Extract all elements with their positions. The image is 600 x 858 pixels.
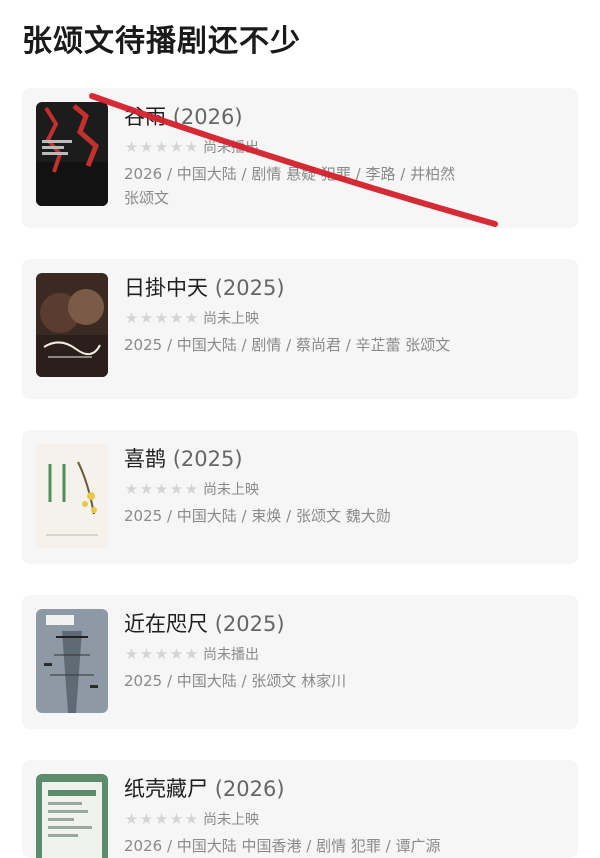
- poster-image[interactable]: [36, 444, 108, 548]
- movie-meta: 2026 / 中国大陆 / 剧情 悬疑 犯罪 / 李路 / 井柏然 张颂文: [124, 165, 456, 207]
- star-icon: ★: [184, 644, 199, 663]
- release-status: 尚未上映: [203, 311, 259, 327]
- release-status: 尚未播出: [203, 647, 259, 663]
- page-title: 张颂文待播剧还不少: [22, 24, 301, 59]
- poster-image[interactable]: [36, 102, 108, 206]
- star-icon: ★: [169, 308, 184, 327]
- rating-row: ★ ★ ★ ★ ★ 尚未上映: [124, 478, 478, 500]
- star-icon: ★: [139, 809, 154, 828]
- star-icon: ★: [124, 644, 139, 663]
- rating-row: ★ ★ ★ ★ ★ 尚未上映: [124, 808, 478, 830]
- movie-title[interactable]: 日掛中天 (2025): [124, 273, 478, 303]
- movie-meta: 2025 / 中国大陆 / 剧情 / 蔡尚君 / 辛芷蕾 张颂文: [124, 336, 451, 354]
- movie-card-zhiqiaocangshi[interactable]: 纸壳藏尸 (2026) ★ ★ ★ ★ ★ 尚未上映 2026 / 中国大陆 中…: [22, 760, 578, 858]
- rating-row: ★ ★ ★ ★ ★ 尚未播出: [124, 136, 478, 158]
- movie-name: 纸壳藏尸: [124, 777, 208, 801]
- movie-card-xique[interactable]: 喜鹊 (2025) ★ ★ ★ ★ ★ 尚未上映 2025 / 中国大陆 / 束…: [22, 430, 578, 564]
- star-icon: ★: [139, 308, 154, 327]
- movie-name: 日掛中天: [124, 276, 208, 300]
- star-icon: ★: [154, 809, 169, 828]
- movie-title[interactable]: 纸壳藏尸 (2026): [124, 774, 478, 804]
- movie-meta: 2026 / 中国大陆 中国香港 / 剧情 犯罪 / 谭广源: [124, 837, 441, 855]
- rating-stars: ★ ★ ★ ★ ★: [124, 479, 199, 498]
- rating-stars: ★ ★ ★ ★ ★: [124, 308, 199, 327]
- star-icon: ★: [124, 137, 139, 156]
- star-icon: ★: [169, 479, 184, 498]
- star-icon: ★: [124, 308, 139, 327]
- poster-xique-art: [36, 444, 108, 548]
- movie-card-riguazhongtian[interactable]: 日掛中天 (2025) ★ ★ ★ ★ ★ 尚未上映 2025 / 中国大陆 /…: [22, 259, 578, 399]
- movie-title[interactable]: 喜鹊 (2025): [124, 444, 478, 474]
- star-icon: ★: [154, 644, 169, 663]
- star-icon: ★: [154, 479, 169, 498]
- release-status: 尚未播出: [203, 140, 259, 156]
- star-icon: ★: [139, 479, 154, 498]
- movie-year: (2026): [172, 105, 243, 129]
- star-icon: ★: [154, 137, 169, 156]
- star-icon: ★: [184, 308, 199, 327]
- star-icon: ★: [169, 137, 184, 156]
- release-status: 尚未上映: [203, 812, 259, 828]
- star-icon: ★: [169, 644, 184, 663]
- movie-card-guyu[interactable]: 谷雨 (2026) ★ ★ ★ ★ ★ 尚未播出 2026 / 中国大陆 / 剧…: [22, 88, 578, 228]
- poster-riguazhongtian-art: [36, 273, 108, 377]
- star-icon: ★: [154, 308, 169, 327]
- page: 张颂文待播剧还不少 谷雨 (2026) ★ ★ ★ ★ ★ 尚未播出 2026 …: [0, 0, 600, 858]
- movie-title[interactable]: 谷雨 (2026): [124, 102, 478, 132]
- poster-jinzaizhichi-art: [36, 609, 108, 713]
- star-icon: ★: [184, 137, 199, 156]
- rating-row: ★ ★ ★ ★ ★ 尚未上映: [124, 307, 478, 329]
- star-icon: ★: [124, 809, 139, 828]
- rating-stars: ★ ★ ★ ★ ★: [124, 809, 199, 828]
- rating-row: ★ ★ ★ ★ ★ 尚未播出: [124, 643, 478, 665]
- star-icon: ★: [184, 809, 199, 828]
- movie-meta: 2025 / 中国大陆 / 束焕 / 张颂文 魏大勋: [124, 507, 391, 525]
- star-icon: ★: [169, 809, 184, 828]
- movie-year: (2025): [214, 612, 285, 636]
- movie-title[interactable]: 近在咫尺 (2025): [124, 609, 478, 639]
- movie-name: 近在咫尺: [124, 612, 208, 636]
- poster-image[interactable]: [36, 609, 108, 713]
- movie-name: 喜鹊: [124, 447, 166, 471]
- poster-image[interactable]: [36, 774, 108, 858]
- rating-stars: ★ ★ ★ ★ ★: [124, 137, 199, 156]
- star-icon: ★: [124, 479, 139, 498]
- movie-year: (2026): [214, 777, 285, 801]
- star-icon: ★: [184, 479, 199, 498]
- movie-card-jinzaizhichi[interactable]: 近在咫尺 (2025) ★ ★ ★ ★ ★ 尚未播出 2025 / 中国大陆 /…: [22, 595, 578, 729]
- star-icon: ★: [139, 644, 154, 663]
- movie-year: (2025): [172, 447, 243, 471]
- movie-name: 谷雨: [124, 105, 166, 129]
- movie-meta: 2025 / 中国大陆 / 张颂文 林家川: [124, 672, 347, 690]
- poster-image[interactable]: [36, 273, 108, 377]
- poster-guyu-art: [36, 102, 108, 206]
- poster-zhiqiaocangshi-art: [36, 774, 108, 858]
- rating-stars: ★ ★ ★ ★ ★: [124, 644, 199, 663]
- movie-year: (2025): [214, 276, 285, 300]
- release-status: 尚未上映: [203, 482, 259, 498]
- star-icon: ★: [139, 137, 154, 156]
